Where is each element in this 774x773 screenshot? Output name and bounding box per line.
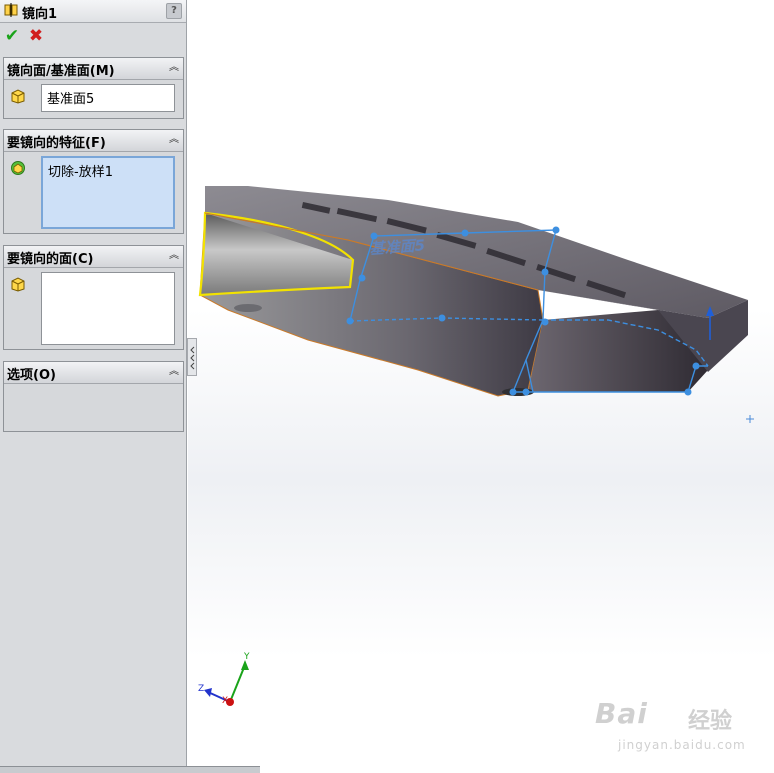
collapse-icon[interactable]: ︽ [169,133,179,147]
ok-cancel-bar: ✔ ✖ [2,26,62,46]
features-to-mirror-list[interactable]: 切除-放样1 [41,156,175,229]
face-selection-icon [11,277,25,292]
chevron-left-icon [190,346,195,370]
solidworks-window: 基准面5 Y Z X Bai 经验 jingyan.baidu.com 镜向1 … [0,0,774,773]
faces-to-mirror-group-label: 要镜向的面(C) [7,252,94,267]
property-manager-panel: 镜向1 ? ✔ ✖ 镜向面/基准面(M) ︽ 基准面5 要镜向的特征(F) ︽ … [0,0,260,773]
model-scene[interactable]: 基准面5 [188,0,774,773]
crosshair-icon [746,415,754,423]
feature-title: 镜向1 [22,7,58,22]
graphics-viewport[interactable]: 基准面5 Y Z X [188,0,774,773]
axis-label-z: Z [198,684,205,694]
features-to-mirror-group-header[interactable]: 要镜向的特征(F) ︽ [4,130,183,152]
options-group: 选项(O) ︽ [3,361,184,432]
faces-to-mirror-group: 要镜向的面(C) ︽ [3,245,184,350]
feature-selection-icon [11,161,25,175]
axis-label-x: X [222,696,229,706]
bottom-tab-strip[interactable] [0,766,260,773]
collapse-icon[interactable]: ︽ [169,365,179,379]
ok-button[interactable]: ✔ [2,26,22,46]
mirror-plane-group-header[interactable]: 镜向面/基准面(M) ︽ [4,58,183,80]
mirror-plane-field[interactable]: 基准面5 [41,84,175,112]
cancel-button[interactable]: ✖ [26,26,46,46]
faces-to-mirror-group-header[interactable]: 要镜向的面(C) ︽ [4,246,183,268]
baidu-watermark-jingyan: 经验 [688,709,733,734]
features-list-item[interactable]: 切除-放样1 [48,165,113,180]
mirror-plane-group: 镜向面/基准面(M) ︽ 基准面5 [3,57,184,119]
baidu-watermark-logo: Bai [595,697,648,730]
options-group-header[interactable]: 选项(O) ︽ [4,362,183,384]
mirror-plane-value: 基准面5 [47,92,95,107]
help-button[interactable]: ? [166,3,182,19]
mirror-feature-icon [4,3,18,17]
collapse-icon[interactable]: ︽ [169,61,179,75]
panel-splitter-handle[interactable] [187,338,197,376]
features-to-mirror-group: 要镜向的特征(F) ︽ 切除-放样1 [3,129,184,234]
features-to-mirror-group-label: 要镜向的特征(F) [7,136,106,151]
baidu-watermark-url: jingyan.baidu.com [618,738,746,752]
options-group-label: 选项(O) [7,368,56,383]
property-manager-header: 镜向1 ? [0,0,186,23]
collapse-icon[interactable]: ︽ [169,249,179,263]
mirror-plane-group-label: 镜向面/基准面(M) [7,64,115,79]
model-foot [234,304,262,312]
plane-selection-icon [11,89,25,104]
faces-to-mirror-list[interactable] [41,272,175,345]
axis-label-y: Y [244,652,250,662]
